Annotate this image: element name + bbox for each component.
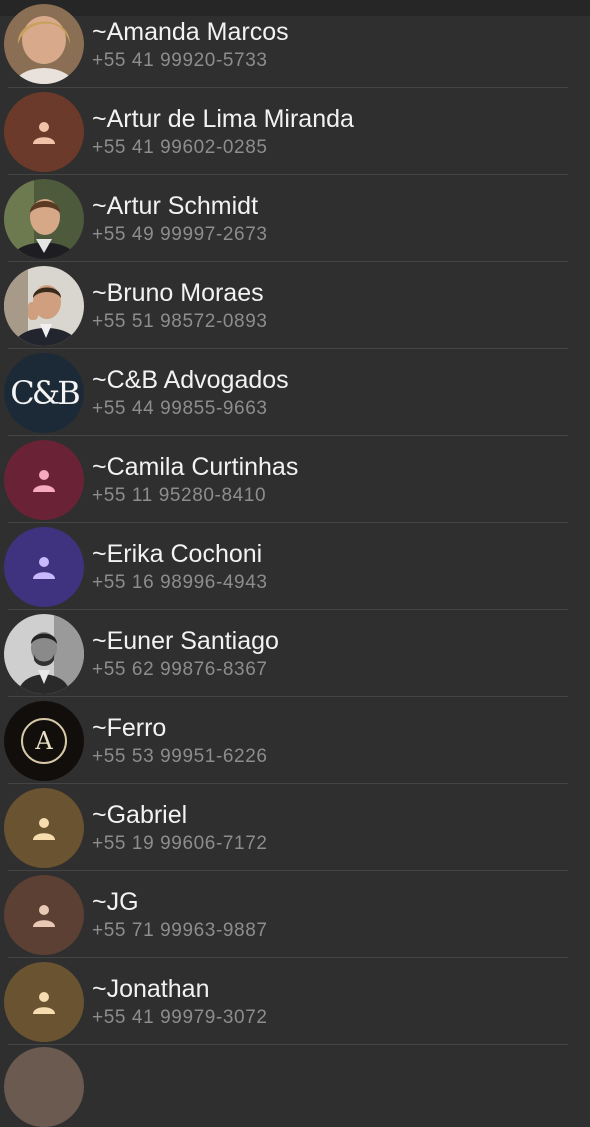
contact-row-camila-curtinhas[interactable]: ~Camila Curtinhas +55 11 95280-8410	[0, 436, 590, 523]
contact-phone: +55 11 95280-8410	[92, 485, 267, 506]
contact-row-erika-cochoni[interactable]: ~Erika Cochoni +55 16 98996-4943	[0, 523, 590, 610]
contact-phone: +55 53 99951-6226	[92, 746, 268, 767]
default-avatar	[4, 92, 84, 172]
contact-name: ~JG	[92, 888, 139, 916]
contact-row-ferro[interactable]: A ~Ferro +55 53 99951-6226	[0, 697, 590, 784]
contact-phone: +55 62 99876-8367	[92, 659, 268, 680]
contact-row-amanda-marcos[interactable]: ~Amanda Marcos +55 41 99920-5733	[0, 4, 590, 88]
contact-phone: +55 51 98572-0893	[92, 311, 268, 332]
contact-row-bruno-moraes[interactable]: ~Bruno Moraes +55 51 98572-0893	[0, 262, 590, 349]
contact-name: ~Bruno Moraes	[92, 279, 264, 307]
default-avatar	[4, 788, 84, 868]
contact-name: ~Amanda Marcos	[92, 18, 289, 46]
person-icon	[33, 992, 55, 1014]
contact-name: ~Erika Cochoni	[92, 540, 263, 568]
contact-phone: +55 44 99855-9663	[92, 398, 268, 419]
contact-row-cb-advogados[interactable]: C&B ~C&B Advogados +55 44 99855-9663	[0, 349, 590, 436]
contact-phone: +55 41 99920-5733	[92, 50, 268, 71]
contact-name: ~Ferro	[92, 714, 167, 742]
contact-phone: +55 49 99997-2673	[92, 224, 268, 245]
contact-name: ~Artur de Lima Miranda	[92, 105, 354, 133]
default-avatar	[4, 875, 84, 955]
contact-name: ~Jonathan	[92, 975, 210, 1003]
contact-row-gabriel[interactable]: ~Gabriel +55 19 99606-7172	[0, 784, 590, 871]
next-contact-avatar-partial[interactable]	[4, 1047, 84, 1127]
contact-name: ~C&B Advogados	[92, 366, 289, 394]
contact-name: ~Euner Santiago	[92, 627, 279, 655]
default-avatar	[4, 440, 84, 520]
contact-phone: +55 41 99979-3072	[92, 1007, 268, 1028]
contact-list[interactable]: ~Amanda Marcos +55 41 99920-5733 ~Artur …	[0, 4, 590, 1045]
person-icon	[33, 470, 55, 492]
contact-name: ~Camila Curtinhas	[92, 453, 299, 481]
window-top-bar	[0, 0, 590, 16]
contact-row-artur-schmidt[interactable]: ~Artur Schmidt +55 49 99997-2673	[0, 175, 590, 262]
contact-name: ~Gabriel	[92, 801, 188, 829]
cb-logo-text: C&B	[10, 374, 81, 412]
contact-row-jg[interactable]: ~JG +55 71 99963-9887	[0, 871, 590, 958]
contact-phone: +55 16 98996-4943	[92, 572, 268, 593]
person-icon	[33, 557, 55, 579]
contact-row-artur-de-lima-miranda[interactable]: ~Artur de Lima Miranda +55 41 99602-0285	[0, 88, 590, 175]
ferro-logo-emblem: A	[21, 718, 67, 764]
contact-photo-avatar	[4, 614, 84, 694]
contact-photo-avatar	[4, 266, 84, 346]
default-avatar	[4, 527, 84, 607]
row-divider	[8, 1044, 568, 1045]
contact-name: ~Artur Schmidt	[92, 192, 259, 220]
default-avatar	[4, 962, 84, 1042]
contact-row-jonathan[interactable]: ~Jonathan +55 41 99979-3072	[0, 958, 590, 1045]
person-icon	[33, 818, 55, 840]
contact-photo-avatar	[4, 4, 84, 84]
person-icon	[33, 122, 55, 144]
contact-phone: +55 71 99963-9887	[92, 920, 268, 941]
contact-phone: +55 41 99602-0285	[92, 137, 268, 158]
ferro-logo-letter: A	[35, 727, 53, 755]
company-logo-avatar: C&B	[4, 353, 84, 433]
company-logo-avatar: A	[4, 701, 84, 781]
contact-row-euner-santiago[interactable]: ~Euner Santiago +55 62 99876-8367	[0, 610, 590, 697]
contact-photo-avatar	[4, 179, 84, 259]
contact-phone: +55 19 99606-7172	[92, 833, 268, 854]
person-icon	[33, 905, 55, 927]
